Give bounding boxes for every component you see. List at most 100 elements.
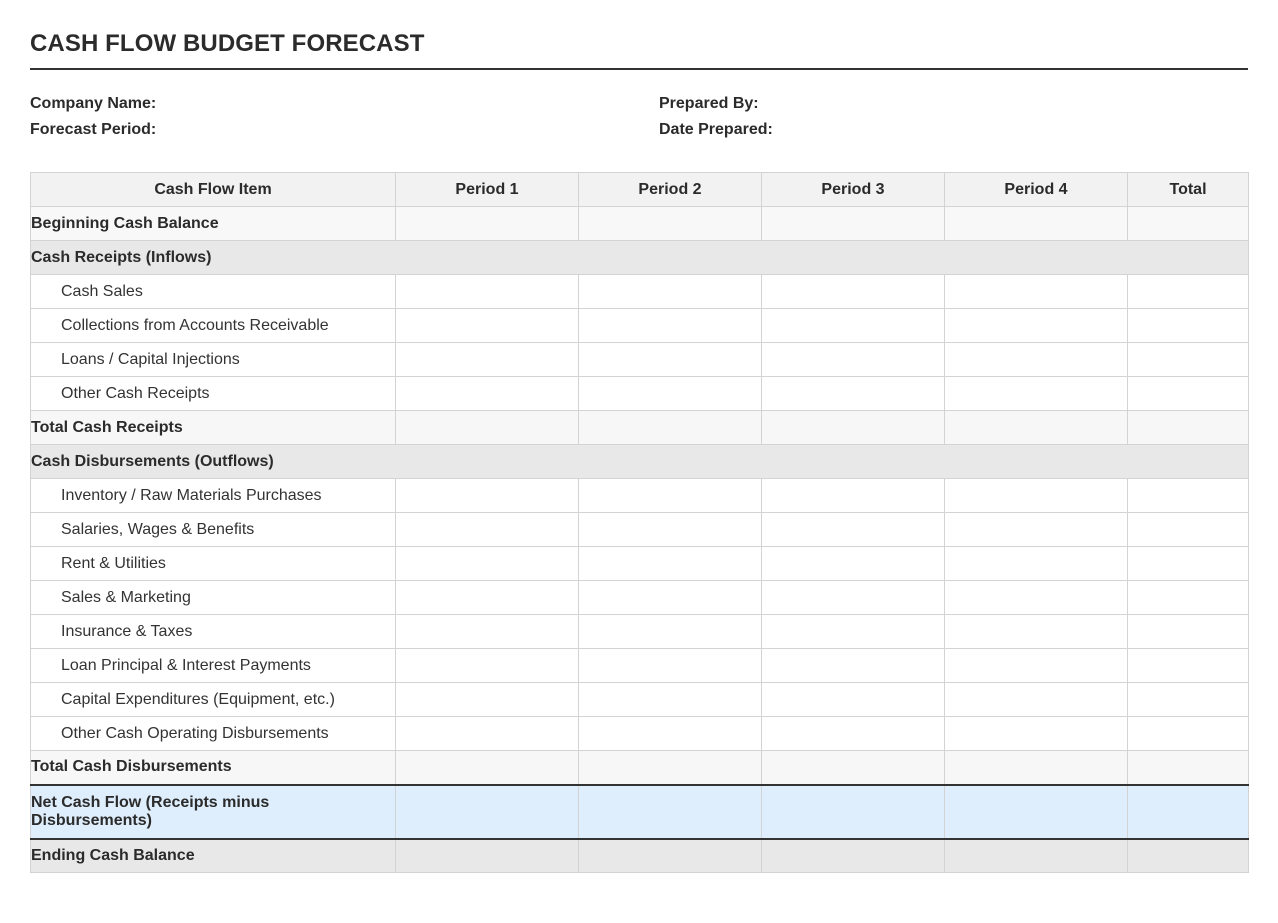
cell-period-1[interactable] xyxy=(395,580,579,615)
cell-period-2[interactable] xyxy=(578,648,762,683)
cell-total[interactable] xyxy=(1127,206,1249,241)
cell-period-4[interactable] xyxy=(944,682,1128,717)
cell-total[interactable] xyxy=(1127,783,1249,839)
cell-total[interactable] xyxy=(1127,648,1249,683)
section-row-cash-disbursements: Cash Disbursements (Outflows) xyxy=(30,444,1249,479)
cell-period-4[interactable] xyxy=(944,546,1128,581)
cell-period-4[interactable] xyxy=(944,274,1128,309)
cell-total[interactable] xyxy=(1127,750,1249,785)
cell-period-2[interactable] xyxy=(578,410,762,445)
cell-total[interactable] xyxy=(1127,308,1249,343)
cell-period-4[interactable] xyxy=(944,783,1128,839)
cell-period-4[interactable] xyxy=(944,308,1128,343)
cell-total[interactable] xyxy=(1127,614,1249,649)
cell-period-3[interactable] xyxy=(761,342,945,377)
cell-period-1[interactable] xyxy=(395,308,579,343)
cell-total[interactable] xyxy=(1127,546,1249,581)
cell-period-2[interactable] xyxy=(578,512,762,547)
cell-period-4[interactable] xyxy=(944,716,1128,751)
cell-period-3[interactable] xyxy=(761,648,945,683)
cell-period-1[interactable] xyxy=(395,716,579,751)
cell-period-1[interactable] xyxy=(395,274,579,309)
cell-period-2[interactable] xyxy=(578,478,762,513)
cell-period-2[interactable] xyxy=(578,206,762,241)
cell-period-1[interactable] xyxy=(395,682,579,717)
cell-period-1[interactable] xyxy=(395,376,579,411)
cell-period-3[interactable] xyxy=(761,716,945,751)
table-row-total-cash-receipts: Total Cash Receipts xyxy=(30,410,1249,445)
cell-period-2[interactable] xyxy=(578,783,762,839)
cell-total[interactable] xyxy=(1127,682,1249,717)
cell-period-4[interactable] xyxy=(944,512,1128,547)
row-label: Cash Sales xyxy=(30,274,396,309)
cell-period-3[interactable] xyxy=(761,410,945,445)
row-label: Sales & Marketing xyxy=(30,580,396,615)
cell-period-2[interactable] xyxy=(578,750,762,785)
cell-period-3[interactable] xyxy=(761,580,945,615)
cell-period-3[interactable] xyxy=(761,546,945,581)
cell-period-4[interactable] xyxy=(944,580,1128,615)
cell-total[interactable] xyxy=(1127,410,1249,445)
cell-period-2[interactable] xyxy=(578,837,762,873)
cell-period-2[interactable] xyxy=(578,274,762,309)
cell-total[interactable] xyxy=(1127,478,1249,513)
cell-period-4[interactable] xyxy=(944,376,1128,411)
cell-period-1[interactable] xyxy=(395,837,579,873)
cell-period-3[interactable] xyxy=(761,783,945,839)
cell-period-1[interactable] xyxy=(395,512,579,547)
cell-period-1[interactable] xyxy=(395,750,579,785)
cell-period-4[interactable] xyxy=(944,342,1128,377)
cell-period-2[interactable] xyxy=(578,614,762,649)
cell-period-4[interactable] xyxy=(944,410,1128,445)
document-page: CASH FLOW BUDGET FORECAST Company Name: … xyxy=(30,0,1249,873)
cell-period-4[interactable] xyxy=(944,614,1128,649)
cell-total[interactable] xyxy=(1127,837,1249,873)
cell-period-1[interactable] xyxy=(395,478,579,513)
cell-period-4[interactable] xyxy=(944,837,1128,873)
cell-period-1[interactable] xyxy=(395,546,579,581)
cell-period-1[interactable] xyxy=(395,206,579,241)
cell-period-1[interactable] xyxy=(395,783,579,839)
cell-period-3[interactable] xyxy=(761,376,945,411)
cell-period-4[interactable] xyxy=(944,478,1128,513)
table-header-row: Cash Flow Item Period 1 Period 2 Period … xyxy=(30,172,1249,207)
cell-total[interactable] xyxy=(1127,342,1249,377)
cell-total[interactable] xyxy=(1127,376,1249,411)
cell-period-3[interactable] xyxy=(761,682,945,717)
cell-period-3[interactable] xyxy=(761,512,945,547)
table-row-inventory: Inventory / Raw Materials Purchases xyxy=(30,478,1249,513)
table-row-ending-cash-balance: Ending Cash Balance xyxy=(30,837,1249,873)
cell-total[interactable] xyxy=(1127,274,1249,309)
cell-period-3[interactable] xyxy=(761,478,945,513)
cell-period-3[interactable] xyxy=(761,274,945,309)
cell-period-2[interactable] xyxy=(578,376,762,411)
cell-total[interactable] xyxy=(1127,512,1249,547)
cell-period-4[interactable] xyxy=(944,750,1128,785)
cell-period-2[interactable] xyxy=(578,342,762,377)
cell-period-1[interactable] xyxy=(395,410,579,445)
document-meta: Company Name: Forecast Period: Prepared … xyxy=(30,70,1248,172)
cell-period-3[interactable] xyxy=(761,614,945,649)
cell-period-1[interactable] xyxy=(395,614,579,649)
cell-period-2[interactable] xyxy=(578,308,762,343)
header-total: Total xyxy=(1127,172,1249,207)
cell-period-2[interactable] xyxy=(578,546,762,581)
section-label: Cash Disbursements (Outflows) xyxy=(30,444,1249,479)
cell-period-1[interactable] xyxy=(395,648,579,683)
cell-period-1[interactable] xyxy=(395,342,579,377)
cell-period-3[interactable] xyxy=(761,308,945,343)
table-row-sales-marketing: Sales & Marketing xyxy=(30,580,1249,615)
date-prepared-label: Date Prepared: xyxy=(659,121,773,138)
cash-flow-table: Cash Flow Item Period 1 Period 2 Period … xyxy=(30,172,1249,873)
cell-period-3[interactable] xyxy=(761,750,945,785)
cell-period-3[interactable] xyxy=(761,837,945,873)
cell-period-2[interactable] xyxy=(578,716,762,751)
cell-total[interactable] xyxy=(1127,716,1249,751)
cell-period-2[interactable] xyxy=(578,580,762,615)
cell-period-2[interactable] xyxy=(578,682,762,717)
cell-period-4[interactable] xyxy=(944,648,1128,683)
cell-total[interactable] xyxy=(1127,580,1249,615)
cell-period-4[interactable] xyxy=(944,206,1128,241)
cell-period-3[interactable] xyxy=(761,206,945,241)
row-label: Other Cash Receipts xyxy=(30,376,396,411)
